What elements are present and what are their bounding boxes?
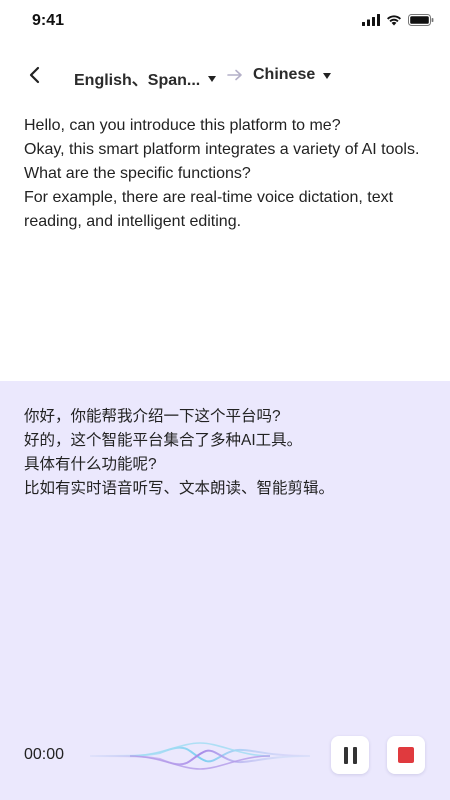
source-transcript: Hello, can you introduce this platform t… (24, 114, 428, 234)
signal-icon (362, 14, 380, 26)
translation-transcript: 你好，你能帮我介绍一下这个平台吗? 好的，这个智能平台集合了多种AI工具。 具体… (24, 405, 428, 501)
pause-icon (343, 746, 357, 764)
translation-line: 好的，这个智能平台集合了多种AI工具。 (24, 432, 303, 449)
source-line: For example, there are real-time voice d… (24, 189, 394, 230)
wifi-icon (387, 15, 401, 26)
translation-line: 具体有什么功能呢? (24, 456, 157, 473)
source-line: Okay, this smart platform integrates a v… (24, 141, 420, 158)
target-language-selector[interactable]: Chinese (253, 66, 332, 84)
stop-icon (398, 747, 414, 763)
arrow-right-icon (227, 69, 242, 81)
status-bar: 9:41 (0, 0, 450, 44)
back-button[interactable] (22, 62, 48, 88)
caret-down-icon (208, 76, 217, 82)
waveform-icon (90, 742, 310, 770)
source-line: Hello, can you introduce this platform t… (24, 117, 341, 134)
status-time: 9:41 (32, 12, 65, 29)
source-language-selector[interactable]: English、Span... (74, 66, 217, 90)
pause-button[interactable] (331, 736, 369, 774)
caret-down-icon (323, 73, 332, 79)
translation-line: 比如有实时语音听写、文本朗读、智能剪辑。 (24, 480, 335, 497)
source-language-label: English、Span... (74, 72, 201, 89)
recording-timer: 00:00 (24, 746, 65, 763)
target-language-label: Chinese (253, 66, 316, 83)
translation-line: 你好，你能帮我介绍一下这个平台吗? (24, 408, 281, 425)
back-arrow-icon (29, 66, 40, 84)
battery-icon (408, 14, 434, 26)
language-toolbar: English、Span... Chinese (0, 52, 450, 100)
source-line: What are the specific functions? (24, 165, 251, 182)
status-icons (362, 14, 434, 26)
stop-button[interactable] (387, 736, 425, 774)
translation-panel: 你好，你能帮我介绍一下这个平台吗? 好的，这个智能平台集合了多种AI工具。 具体… (0, 381, 450, 800)
